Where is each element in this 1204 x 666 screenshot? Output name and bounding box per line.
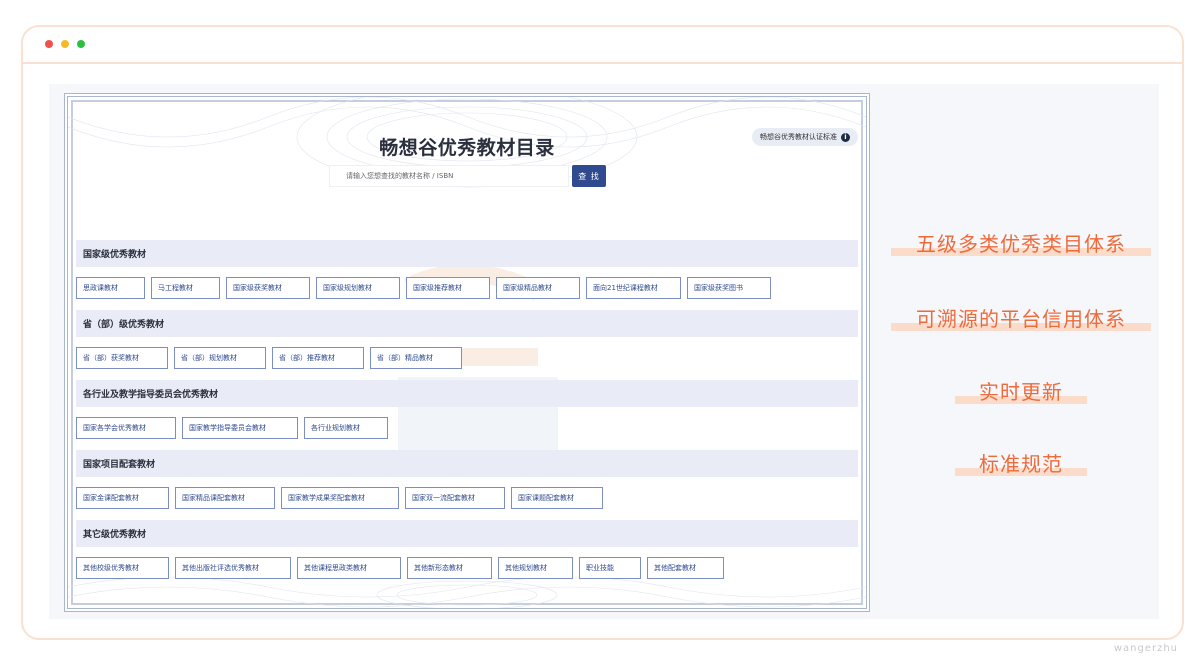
- window-titlebar: [23, 27, 1182, 64]
- category-chip[interactable]: 国家教学成果奖配套教材: [281, 487, 399, 509]
- minimize-window-button[interactable]: [61, 40, 69, 48]
- feature-text: 可溯源的平台信用体系: [916, 307, 1126, 331]
- catalog-panel: 畅想谷优秀教材目录 畅想谷优秀教材认证标准 i 请输入您想查找的教材名称 / I…: [64, 93, 870, 612]
- info-icon[interactable]: i: [841, 132, 850, 142]
- maximize-window-button[interactable]: [77, 40, 85, 48]
- category-chip[interactable]: 其他出版社评选优秀教材: [175, 557, 291, 579]
- section-items-row: 思政课教材 马工程教材 国家级获奖教材 国家级规划教材 国家级推荐教材 国家级精…: [76, 277, 771, 299]
- category-chip[interactable]: 国家级精品教材: [496, 277, 580, 299]
- section-header: 其它级优秀教材: [76, 520, 858, 547]
- category-chip[interactable]: 国家级规划教材: [316, 277, 400, 299]
- section-header: 省（部）级优秀教材: [76, 310, 858, 337]
- section-items-row: 省（部）获奖教材 省（部）规划教材 省（部）推荐教材 省（部）精品教材: [76, 347, 462, 369]
- category-chip[interactable]: 省（部）精品教材: [370, 347, 462, 369]
- category-chip[interactable]: 各行业规划教材: [304, 417, 388, 439]
- category-chip[interactable]: 国家金课配套教材: [76, 487, 169, 509]
- feature-highlight: 实时更新: [955, 376, 1087, 405]
- feature-highlight: 可溯源的平台信用体系: [891, 303, 1151, 332]
- search-input[interactable]: 请输入您想查找的教材名称 / ISBN: [329, 165, 569, 187]
- category-chip[interactable]: 国家级获奖图书: [687, 277, 771, 299]
- category-chip[interactable]: 国家级获奖教材: [226, 277, 310, 299]
- section-items-row: 国家金课配套教材 国家精品课配套教材 国家教学成果奖配套教材 国家双一流配套教材…: [76, 487, 603, 509]
- category-chip[interactable]: 国家各学会优秀教材: [76, 417, 176, 439]
- standard-badge-label: 畅想谷优秀教材认证标准: [760, 133, 837, 141]
- category-chip[interactable]: 国家级推荐教材: [406, 277, 490, 299]
- category-chip[interactable]: 国家双一流配套教材: [405, 487, 505, 509]
- catalog-title: 畅想谷优秀教材目录: [379, 137, 555, 159]
- category-chip[interactable]: 其他新形态教材: [407, 557, 492, 579]
- category-chip[interactable]: 其他校级优秀教材: [76, 557, 169, 579]
- category-chip[interactable]: 职业技能: [579, 557, 641, 579]
- section-items-row: 国家各学会优秀教材 国家教学指导委员会教材 各行业规划教材: [76, 417, 388, 439]
- search-button[interactable]: 查 找: [572, 165, 606, 187]
- category-chip[interactable]: 马工程教材: [151, 277, 220, 299]
- section-header: 各行业及教学指导委员会优秀教材: [76, 380, 858, 407]
- category-chip[interactable]: 国家精品课配套教材: [175, 487, 275, 509]
- category-chip[interactable]: 国家课题配套教材: [511, 487, 603, 509]
- section-header: 国家项目配套教材: [76, 450, 858, 477]
- feature-text: 五级多类优秀类目体系: [916, 232, 1126, 256]
- feature-highlight: 标准规范: [955, 448, 1087, 477]
- section-items-row: 其他校级优秀教材 其他出版社评选优秀教材 其他课程思政类教材 其他新形态教材 其…: [76, 557, 724, 579]
- close-window-button[interactable]: [45, 40, 53, 48]
- browser-window: 畅想谷优秀教材目录 畅想谷优秀教材认证标准 i 请输入您想查找的教材名称 / I…: [21, 25, 1184, 640]
- section-header: 国家级优秀教材: [76, 240, 858, 267]
- category-chip[interactable]: 思政课教材: [76, 277, 145, 299]
- category-chip[interactable]: 国家教学指导委员会教材: [182, 417, 298, 439]
- category-chip[interactable]: 其他配套教材: [647, 557, 724, 579]
- category-chip[interactable]: 省（部）规划教材: [174, 347, 266, 369]
- feature-text: 标准规范: [979, 452, 1063, 476]
- category-chip[interactable]: 省（部）获奖教材: [76, 347, 168, 369]
- category-chip[interactable]: 其他课程思政类教材: [297, 557, 401, 579]
- feature-highlight: 五级多类优秀类目体系: [891, 228, 1151, 257]
- category-chip[interactable]: 省（部）推荐教材: [272, 347, 364, 369]
- standard-badge[interactable]: 畅想谷优秀教材认证标准 i: [752, 128, 858, 146]
- category-chip[interactable]: 其他规划教材: [498, 557, 573, 579]
- category-chip[interactable]: 面向21世纪课程教材: [586, 277, 681, 299]
- feature-text: 实时更新: [979, 380, 1063, 404]
- watermark-text: wangerzhu: [1113, 643, 1178, 654]
